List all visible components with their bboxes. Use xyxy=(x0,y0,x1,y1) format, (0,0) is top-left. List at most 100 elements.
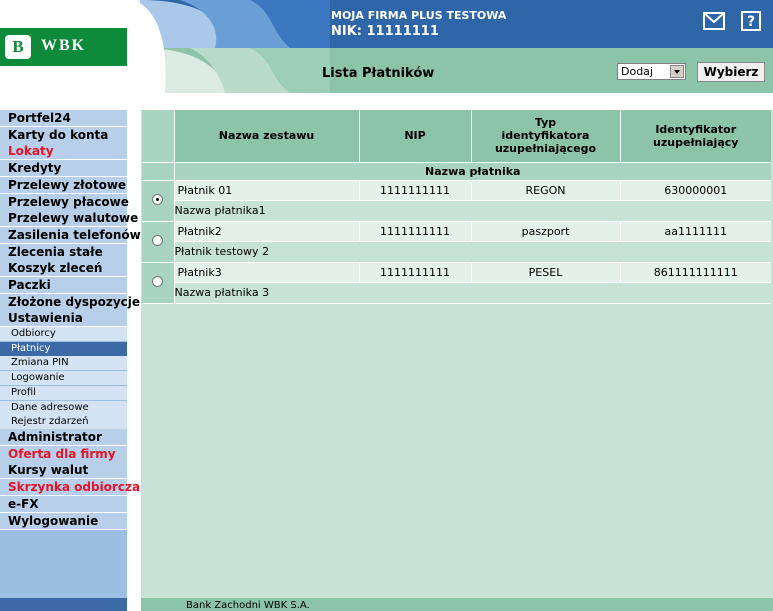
payer-select-radio[interactable] xyxy=(152,193,164,205)
sidebar-item-przelewy-placowe[interactable]: Przelewy płacowe xyxy=(0,193,129,211)
sidebar-item-label: Przelewy walutowe xyxy=(8,211,139,226)
mail-icon[interactable] xyxy=(703,12,725,30)
payer-select-radio[interactable] xyxy=(152,275,164,287)
column-id-value: Identyfikator uzupełniający xyxy=(620,110,771,163)
table-header-row: Nazwa zestawu NIP Typ identyfikatora uzu… xyxy=(142,110,771,163)
sidebar-item-kredyty[interactable]: Kredyty xyxy=(0,160,127,178)
cell-set-name: Płatnik 01 xyxy=(174,180,360,201)
bank-logo-text: WBK xyxy=(41,37,87,54)
sidebar-item-label: Zlecenia stałe xyxy=(8,244,103,259)
column-id-type: Typ identyfikatora uzupełniającego xyxy=(471,110,621,163)
sidebar-item-wylogowanie[interactable]: Wylogowanie xyxy=(0,512,127,530)
cell-id-value: 630000001 xyxy=(620,180,771,201)
bank-logo-mark: B xyxy=(5,35,31,59)
cell-nip: 1111111111 xyxy=(359,180,472,201)
sidebar-subitem-label: Dane adresowe xyxy=(11,401,89,413)
sidebar-item-label: Złożone dyspozycje xyxy=(8,294,141,309)
cell-set-name: Płatnik3 xyxy=(174,262,360,283)
sidebar-item-label: Oferta dla firmy xyxy=(8,446,116,461)
cell-payer-name: Nazwa płatnika1 xyxy=(174,200,771,222)
footer-text: Bank Zachodni WBK S.A. xyxy=(186,600,310,611)
payer-select-radio[interactable] xyxy=(152,234,164,246)
sidebar-item-label: Koszyk zleceń xyxy=(8,261,103,276)
sidebar-subitem-odbiorcy[interactable]: Odbiorcy xyxy=(0,327,127,341)
svg-text:?: ? xyxy=(747,14,755,30)
sidebar-subitem-profil[interactable]: Profil xyxy=(0,385,127,400)
column-set-name: Nazwa zestawu xyxy=(174,110,360,163)
table-row[interactable]: Płatnik 01 1111111111 REGON 630000001 xyxy=(142,180,771,222)
sidebar-item-administrator[interactable]: Administrator xyxy=(0,429,127,446)
action-select[interactable]: Dodaj xyxy=(617,63,686,80)
payers-table: Nazwa zestawu NIP Typ identyfikatora uzu… xyxy=(142,110,771,304)
cell-nip: 1111111111 xyxy=(359,262,472,283)
sidebar-item-label: Kursy walut xyxy=(8,463,89,478)
sidebar-item-ustawienia[interactable]: Ustawienia xyxy=(0,310,127,328)
cell-payer-name: Nazwa płatnika 3 xyxy=(174,282,771,304)
sidebar-subitem-label: Rejestr zdarzeń xyxy=(11,416,89,428)
sidebar-item-zlozone-dyspozycje[interactable]: Złożone dyspozycje xyxy=(0,293,140,311)
sidebar-subitem-label: Logowanie xyxy=(11,372,65,384)
help-icon[interactable]: ? xyxy=(741,11,761,31)
table-body: Płatnik 01 1111111111 REGON 630000001 Nazwa … xyxy=(142,180,771,304)
sidebar-item-label: Portfel24 xyxy=(8,111,71,125)
sidebar-subitem-zmiana-pin[interactable]: Zmiana PIN xyxy=(0,356,127,371)
sidebar-item-label: Skrzynka odbiorcza xyxy=(8,480,141,495)
sidebar-item-lokaty[interactable]: Lokaty xyxy=(0,143,127,161)
sidebar-item-label: Kredyty xyxy=(8,161,62,176)
table-subheader-row: Nazwa płatnika xyxy=(142,162,771,181)
cell-nip: 1111111111 xyxy=(359,221,472,242)
sidebar-item-label: Przelewy złotowe xyxy=(8,177,127,192)
sidebar-item-label: Administrator xyxy=(8,430,102,444)
cell-id-value: aa1111111 xyxy=(620,221,771,242)
sidebar-subitem-dane-adresowe[interactable]: Dane adresowe xyxy=(0,400,127,415)
select-column-header xyxy=(142,110,175,163)
sidebar-item-label: Lokaty xyxy=(8,144,54,159)
firm-nik: NIK: 11111111 xyxy=(331,24,439,39)
sidebar-item-paczki[interactable]: Paczki xyxy=(0,277,127,294)
sidebar-item-label: Przelewy płacowe xyxy=(8,194,129,209)
sidebar-subitem-platnicy[interactable]: Płatnicy xyxy=(0,341,127,356)
sidebar-item-koszyk-zlecen[interactable]: Koszyk zleceń xyxy=(0,260,127,278)
cell-id-type: REGON xyxy=(471,180,621,201)
sidebar-bottom-bar xyxy=(0,598,127,611)
cell-id-type: paszport xyxy=(471,221,621,242)
page-title: Lista Płatników xyxy=(322,66,435,81)
sidebar-item-kursy-walut[interactable]: Kursy walut xyxy=(0,462,127,480)
sidebar-item-label: Zasilenia telefonów xyxy=(8,227,141,242)
sidebar-item-skrzynka-odbiorcza[interactable]: Skrzynka odbiorcza xyxy=(0,479,140,497)
sidebar-subitem-label: Zmiana PIN xyxy=(11,357,69,369)
action-select-value: Dodaj xyxy=(621,65,653,78)
table-row-payer: Nazwa płatnika1 xyxy=(142,200,771,222)
sidebar-item-label: e-FX xyxy=(8,496,39,511)
sidebar-item-label: Paczki xyxy=(8,278,51,292)
app-header: B WBK MOJA FIRMA PLUS TESTOWA NIK: 11111… xyxy=(0,0,773,93)
chevron-down-icon[interactable] xyxy=(670,65,684,78)
table-row-payer: Nazwa płatnika 3 xyxy=(142,282,771,304)
sidebar-item-karty-do-konta[interactable]: Karty do konta xyxy=(0,126,127,144)
firm-name: MOJA FIRMA PLUS TESTOWA xyxy=(331,9,507,22)
sidebar-item-zasilenia-telefonow[interactable]: Zasilenia telefonów xyxy=(0,226,141,244)
column-nip: NIP xyxy=(359,110,472,163)
sidebar-item-label: Ustawienia xyxy=(8,311,83,326)
sidebar-item-przelewy-zlotowe[interactable]: Przelewy złotowe xyxy=(0,176,127,194)
table-row[interactable]: Płatnik2 1111111111 paszport aa1111111 xyxy=(142,221,771,263)
sidebar-subitem-label: Płatnicy xyxy=(11,342,51,354)
cell-set-name: Płatnik2 xyxy=(174,221,360,242)
sidebar-item-zlecenia-stale[interactable]: Zlecenia stałe xyxy=(0,243,127,261)
sidebar-item-label: Wylogowanie xyxy=(8,513,99,528)
sidebar-item-oferta-dla-firmy[interactable]: Oferta dla firmy xyxy=(0,445,127,463)
table-row[interactable]: Płatnik3 1111111111 PESEL 861111111111 xyxy=(142,262,771,304)
bank-logo[interactable]: B WBK xyxy=(0,28,127,66)
choose-button[interactable]: Wybierz xyxy=(697,62,765,82)
sidebar-subitem-label: Odbiorcy xyxy=(11,328,56,339)
sidebar-item-przelewy-walutowe[interactable]: Przelewy walutowe xyxy=(0,210,138,228)
cell-id-type: PESEL xyxy=(471,262,621,283)
sidebar-subitem-logowanie[interactable]: Logowanie xyxy=(0,371,127,386)
sidebar-item-e-fx[interactable]: e-FX xyxy=(0,495,127,513)
sidebar-item-label: Karty do konta xyxy=(8,127,109,142)
cell-payer-name: Płatnik testowy 2 xyxy=(174,241,771,263)
sidebar-subitem-label: Profil xyxy=(11,386,36,398)
table-row-payer: Płatnik testowy 2 xyxy=(142,241,771,263)
sidebar-subitem-rejestr-zdarzen[interactable]: Rejestr zdarzeń xyxy=(0,415,127,430)
sidebar-item-portfel24[interactable]: Portfel24 xyxy=(0,110,127,127)
